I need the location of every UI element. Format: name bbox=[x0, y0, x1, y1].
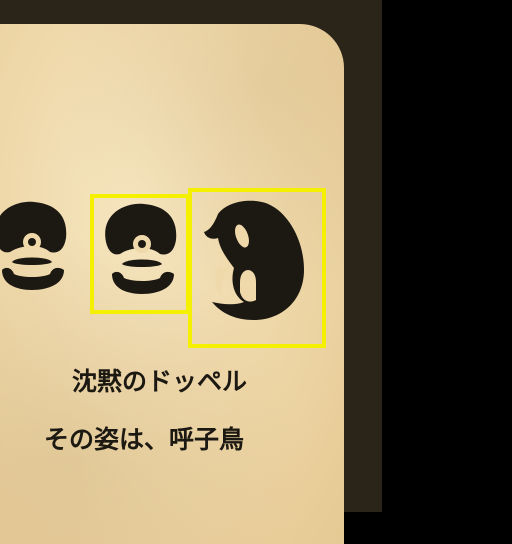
card-subtitle: その姿は、呼子鳥 bbox=[44, 425, 245, 454]
face-glyph-icon bbox=[105, 203, 177, 294]
face-glyph-icon bbox=[0, 201, 67, 290]
parchment-card: 沈黙のドッペル その姿は、呼子鳥 bbox=[0, 24, 344, 544]
bird-glyph-icon bbox=[204, 200, 304, 320]
card-title: 沈黙のドッペル bbox=[72, 367, 248, 396]
